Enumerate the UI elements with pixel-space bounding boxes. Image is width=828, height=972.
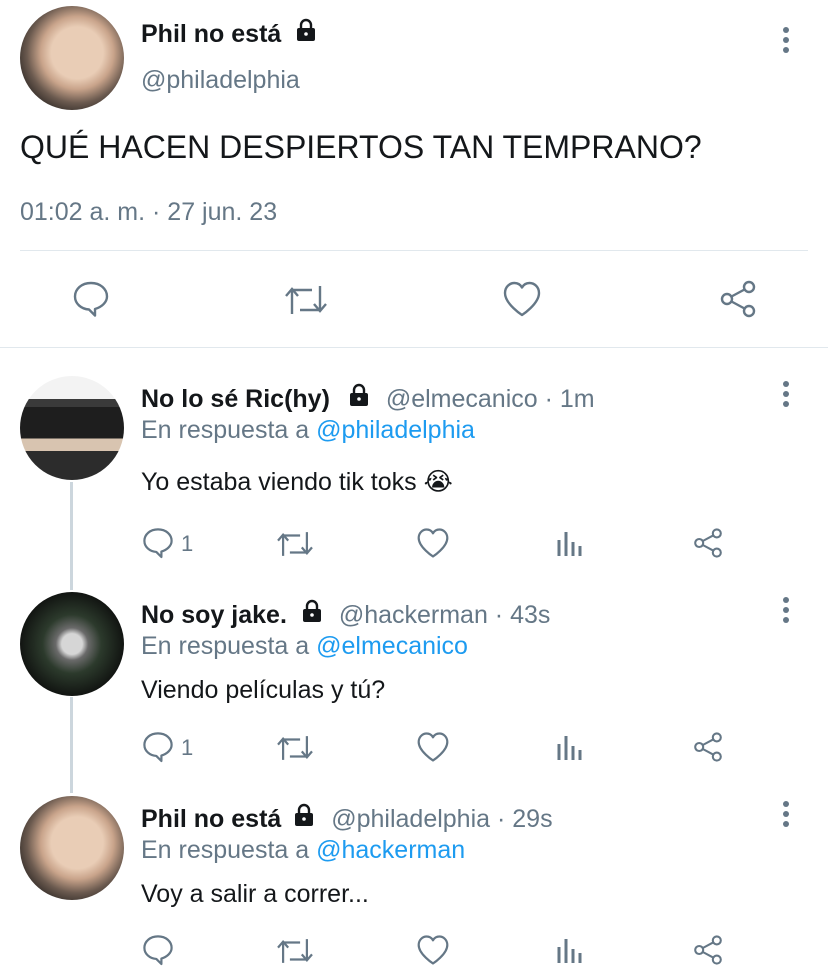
reply-icon[interactable] <box>141 933 175 967</box>
reply-text: Viendo películas y tú? <box>141 676 386 704</box>
reply-author-name[interactable]: No lo sé Ric(hy) <box>141 385 330 413</box>
reply-text: Yo estaba viendo tik toks 😭 <box>141 468 453 496</box>
reply-header: No lo sé Ric(hy) @elmecanico · 1m <box>141 383 595 414</box>
reply-count: 1 <box>181 735 194 760</box>
share-icon[interactable] <box>692 527 724 559</box>
reply-context: En respuesta a @hackerman <box>141 836 466 864</box>
main-timestamp[interactable]: 01:02 a. m. · 27 jun. 23 <box>20 198 277 227</box>
analytics-icon[interactable] <box>556 528 586 558</box>
avatar-reply[interactable] <box>20 376 124 480</box>
reply-context: En respuesta a @philadelphia <box>141 416 475 444</box>
divider <box>20 250 808 251</box>
main-tweet-text: QUÉ HACEN DESPIERTOS TAN TEMPRANO? <box>20 129 702 165</box>
reply-count: 1 <box>181 531 194 556</box>
reply-handle-time[interactable]: @elmecanico · 1m <box>386 385 595 413</box>
more-options-icon[interactable] <box>776 596 796 626</box>
lock-icon <box>294 18 318 49</box>
reply-to-link[interactable]: @philadelphia <box>316 416 475 444</box>
thread-line <box>70 482 73 590</box>
retweet-icon[interactable] <box>276 934 314 968</box>
reply-icon[interactable] <box>141 526 175 560</box>
reply-author-name[interactable]: No soy jake. <box>141 601 287 629</box>
more-options-icon[interactable] <box>776 26 796 56</box>
more-options-icon[interactable] <box>776 800 796 830</box>
share-icon[interactable] <box>692 934 724 966</box>
reply-header: No soy jake. @hackerman · 43s <box>141 599 550 630</box>
like-icon[interactable] <box>416 934 450 966</box>
reply-text: Voy a salir a correr... <box>141 880 369 908</box>
reply-handle-time[interactable]: @hackerman · 43s <box>339 601 551 629</box>
share-icon[interactable] <box>718 279 758 319</box>
main-author-name[interactable]: Phil no está <box>141 18 318 49</box>
reply-icon[interactable] <box>71 279 111 319</box>
share-icon[interactable] <box>692 731 724 763</box>
retweet-icon[interactable] <box>276 731 314 765</box>
main-handle[interactable]: @philadelphia <box>141 66 300 95</box>
lock-icon <box>347 383 371 414</box>
reply-to-link[interactable]: @elmecanico <box>316 632 468 660</box>
more-options-icon[interactable] <box>776 380 796 410</box>
reply-to-link[interactable]: @hackerman <box>316 836 465 864</box>
lock-icon <box>292 803 316 834</box>
avatar-main[interactable] <box>20 6 124 110</box>
reply-context: En respuesta a @elmecanico <box>141 632 468 660</box>
like-icon[interactable] <box>502 280 542 318</box>
reply-icon[interactable] <box>141 730 175 764</box>
reply-author-name[interactable]: Phil no está <box>141 805 281 833</box>
retweet-icon[interactable] <box>276 527 314 561</box>
like-icon[interactable] <box>416 527 450 559</box>
avatar-reply[interactable] <box>20 592 124 696</box>
reply-handle-time[interactable]: @philadelphia · 29s <box>331 805 552 833</box>
thread-line <box>70 697 73 793</box>
analytics-icon[interactable] <box>556 935 586 965</box>
analytics-icon[interactable] <box>556 732 586 762</box>
lock-icon <box>300 599 324 630</box>
avatar-reply[interactable] <box>20 796 124 900</box>
divider <box>0 347 828 348</box>
like-icon[interactable] <box>416 731 450 763</box>
reply-header: Phil no está @philadelphia · 29s <box>141 803 553 834</box>
retweet-icon[interactable] <box>284 280 328 320</box>
